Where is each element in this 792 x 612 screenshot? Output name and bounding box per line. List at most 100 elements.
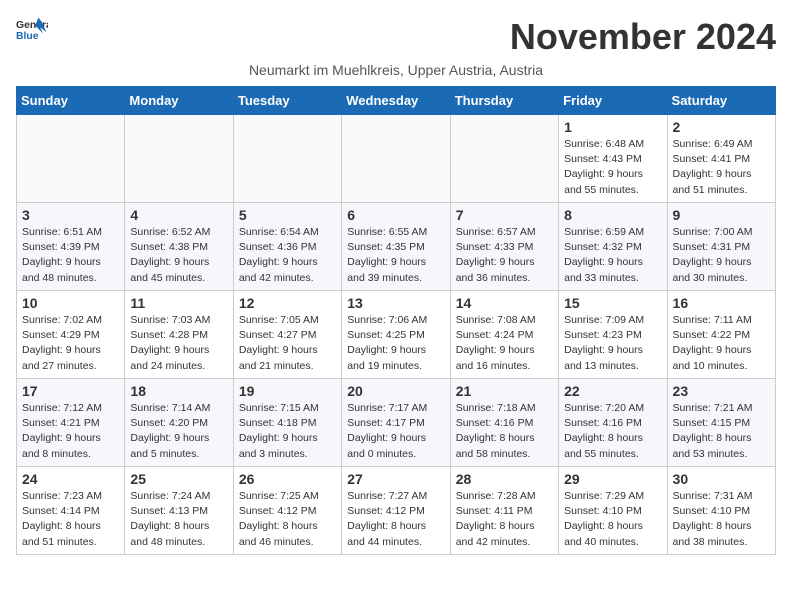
day-number: 7 xyxy=(456,207,553,223)
day-number: 2 xyxy=(673,119,770,135)
calendar-week-1: 1 Sunrise: 6:48 AM Sunset: 4:43 PM Daylig… xyxy=(17,115,776,203)
calendar-table: SundayMondayTuesdayWednesdayThursdayFrid… xyxy=(16,86,776,555)
day-info: Sunrise: 7:02 AM Sunset: 4:29 PM Dayligh… xyxy=(22,313,119,374)
header-day-friday: Friday xyxy=(559,87,667,115)
title-area: November 2024 xyxy=(510,16,776,58)
svg-text:Blue: Blue xyxy=(16,31,39,42)
calendar-cell: 25 Sunrise: 7:24 AM Sunset: 4:13 PM Dayli… xyxy=(125,467,233,555)
day-info: Sunrise: 7:20 AM Sunset: 4:16 PM Dayligh… xyxy=(564,401,661,462)
calendar-cell: 21Sunrise: 7:18 AM Sunset: 4:16 PM Dayli… xyxy=(450,379,558,467)
header-day-saturday: Saturday xyxy=(667,87,775,115)
day-number: 21 xyxy=(456,383,553,399)
day-number: 25 xyxy=(130,471,227,487)
day-info: Sunrise: 7:28 AM Sunset: 4:11 PM Dayligh… xyxy=(456,489,553,550)
day-info: Sunrise: 7:03 AM Sunset: 4:28 PM Dayligh… xyxy=(130,313,227,374)
calendar-week-3: 10Sunrise: 7:02 AM Sunset: 4:29 PM Dayli… xyxy=(17,291,776,379)
day-info: Sunrise: 7:08 AM Sunset: 4:24 PM Dayligh… xyxy=(456,313,553,374)
day-info: Sunrise: 6:49 AM Sunset: 4:41 PM Dayligh… xyxy=(673,137,770,198)
calendar-cell: 15Sunrise: 7:09 AM Sunset: 4:23 PM Dayli… xyxy=(559,291,667,379)
day-number: 22 xyxy=(564,383,661,399)
calendar-cell: 30 Sunrise: 7:31 AM Sunset: 4:10 PM Dayli… xyxy=(667,467,775,555)
calendar-cell: 11Sunrise: 7:03 AM Sunset: 4:28 PM Dayli… xyxy=(125,291,233,379)
day-number: 28 xyxy=(456,471,553,487)
day-info: Sunrise: 6:54 AM Sunset: 4:36 PM Dayligh… xyxy=(239,225,336,286)
calendar-cell xyxy=(450,115,558,203)
calendar-cell: 23 Sunrise: 7:21 AM Sunset: 4:15 PM Dayli… xyxy=(667,379,775,467)
day-info: Sunrise: 7:21 AM Sunset: 4:15 PM Dayligh… xyxy=(673,401,770,462)
day-number: 23 xyxy=(673,383,770,399)
day-info: Sunrise: 6:48 AM Sunset: 4:43 PM Dayligh… xyxy=(564,137,661,198)
logo-icon: General Blue xyxy=(16,16,48,44)
calendar-cell: 20 Sunrise: 7:17 AM Sunset: 4:17 PM Dayli… xyxy=(342,379,450,467)
calendar-cell: 29 Sunrise: 7:29 AM Sunset: 4:10 PM Dayli… xyxy=(559,467,667,555)
day-info: Sunrise: 7:31 AM Sunset: 4:10 PM Dayligh… xyxy=(673,489,770,550)
day-info: Sunrise: 7:24 AM Sunset: 4:13 PM Dayligh… xyxy=(130,489,227,550)
calendar-week-2: 3Sunrise: 6:51 AM Sunset: 4:39 PM Daylig… xyxy=(17,203,776,291)
calendar-week-5: 24 Sunrise: 7:23 AM Sunset: 4:14 PM Dayli… xyxy=(17,467,776,555)
calendar-cell: 7 Sunrise: 6:57 AM Sunset: 4:33 PM Daylig… xyxy=(450,203,558,291)
day-number: 15 xyxy=(564,295,661,311)
day-info: Sunrise: 7:29 AM Sunset: 4:10 PM Dayligh… xyxy=(564,489,661,550)
day-number: 29 xyxy=(564,471,661,487)
logo: General Blue xyxy=(16,16,48,44)
day-info: Sunrise: 6:55 AM Sunset: 4:35 PM Dayligh… xyxy=(347,225,444,286)
header-day-thursday: Thursday xyxy=(450,87,558,115)
day-info: Sunrise: 6:57 AM Sunset: 4:33 PM Dayligh… xyxy=(456,225,553,286)
day-number: 16 xyxy=(673,295,770,311)
day-info: Sunrise: 7:23 AM Sunset: 4:14 PM Dayligh… xyxy=(22,489,119,550)
header-day-sunday: Sunday xyxy=(17,87,125,115)
day-number: 20 xyxy=(347,383,444,399)
header-day-tuesday: Tuesday xyxy=(233,87,341,115)
month-title: November 2024 xyxy=(510,16,776,58)
calendar-cell: 12 Sunrise: 7:05 AM Sunset: 4:27 PM Dayli… xyxy=(233,291,341,379)
day-info: Sunrise: 6:59 AM Sunset: 4:32 PM Dayligh… xyxy=(564,225,661,286)
calendar-header-row: SundayMondayTuesdayWednesdayThursdayFrid… xyxy=(17,87,776,115)
calendar-cell: 2 Sunrise: 6:49 AM Sunset: 4:41 PM Daylig… xyxy=(667,115,775,203)
day-number: 13 xyxy=(347,295,444,311)
calendar-cell xyxy=(17,115,125,203)
calendar-cell: 18 Sunrise: 7:14 AM Sunset: 4:20 PM Dayli… xyxy=(125,379,233,467)
day-number: 17 xyxy=(22,383,119,399)
calendar-cell: 27 Sunrise: 7:27 AM Sunset: 4:12 PM Dayli… xyxy=(342,467,450,555)
day-info: Sunrise: 7:14 AM Sunset: 4:20 PM Dayligh… xyxy=(130,401,227,462)
calendar-cell: 4Sunrise: 6:52 AM Sunset: 4:38 PM Daylig… xyxy=(125,203,233,291)
header: General Blue November 2024 xyxy=(16,16,776,58)
calendar-cell: 6 Sunrise: 6:55 AM Sunset: 4:35 PM Daylig… xyxy=(342,203,450,291)
day-number: 19 xyxy=(239,383,336,399)
day-number: 6 xyxy=(347,207,444,223)
day-number: 3 xyxy=(22,207,119,223)
calendar-week-4: 17Sunrise: 7:12 AM Sunset: 4:21 PM Dayli… xyxy=(17,379,776,467)
calendar-cell: 17Sunrise: 7:12 AM Sunset: 4:21 PM Dayli… xyxy=(17,379,125,467)
calendar-cell: 26 Sunrise: 7:25 AM Sunset: 4:12 PM Dayli… xyxy=(233,467,341,555)
calendar-cell: 9Sunrise: 7:00 AM Sunset: 4:31 PM Daylig… xyxy=(667,203,775,291)
day-info: Sunrise: 7:11 AM Sunset: 4:22 PM Dayligh… xyxy=(673,313,770,374)
day-number: 24 xyxy=(22,471,119,487)
calendar-cell: 22 Sunrise: 7:20 AM Sunset: 4:16 PM Dayli… xyxy=(559,379,667,467)
day-number: 4 xyxy=(130,207,227,223)
day-number: 18 xyxy=(130,383,227,399)
calendar-cell: 5 Sunrise: 6:54 AM Sunset: 4:36 PM Daylig… xyxy=(233,203,341,291)
day-number: 12 xyxy=(239,295,336,311)
day-info: Sunrise: 7:17 AM Sunset: 4:17 PM Dayligh… xyxy=(347,401,444,462)
calendar-cell xyxy=(342,115,450,203)
day-number: 27 xyxy=(347,471,444,487)
day-number: 26 xyxy=(239,471,336,487)
day-number: 30 xyxy=(673,471,770,487)
calendar-cell xyxy=(233,115,341,203)
header-day-monday: Monday xyxy=(125,87,233,115)
day-info: Sunrise: 7:00 AM Sunset: 4:31 PM Dayligh… xyxy=(673,225,770,286)
calendar-cell: 8 Sunrise: 6:59 AM Sunset: 4:32 PM Daylig… xyxy=(559,203,667,291)
header-day-wednesday: Wednesday xyxy=(342,87,450,115)
day-number: 14 xyxy=(456,295,553,311)
calendar-cell: 13Sunrise: 7:06 AM Sunset: 4:25 PM Dayli… xyxy=(342,291,450,379)
day-info: Sunrise: 7:15 AM Sunset: 4:18 PM Dayligh… xyxy=(239,401,336,462)
calendar-cell: 19 Sunrise: 7:15 AM Sunset: 4:18 PM Dayli… xyxy=(233,379,341,467)
calendar-cell: 28 Sunrise: 7:28 AM Sunset: 4:11 PM Dayli… xyxy=(450,467,558,555)
calendar-cell: 14 Sunrise: 7:08 AM Sunset: 4:24 PM Dayli… xyxy=(450,291,558,379)
day-number: 1 xyxy=(564,119,661,135)
day-number: 8 xyxy=(564,207,661,223)
day-number: 5 xyxy=(239,207,336,223)
day-info: Sunrise: 7:25 AM Sunset: 4:12 PM Dayligh… xyxy=(239,489,336,550)
day-info: Sunrise: 7:27 AM Sunset: 4:12 PM Dayligh… xyxy=(347,489,444,550)
day-info: Sunrise: 7:05 AM Sunset: 4:27 PM Dayligh… xyxy=(239,313,336,374)
